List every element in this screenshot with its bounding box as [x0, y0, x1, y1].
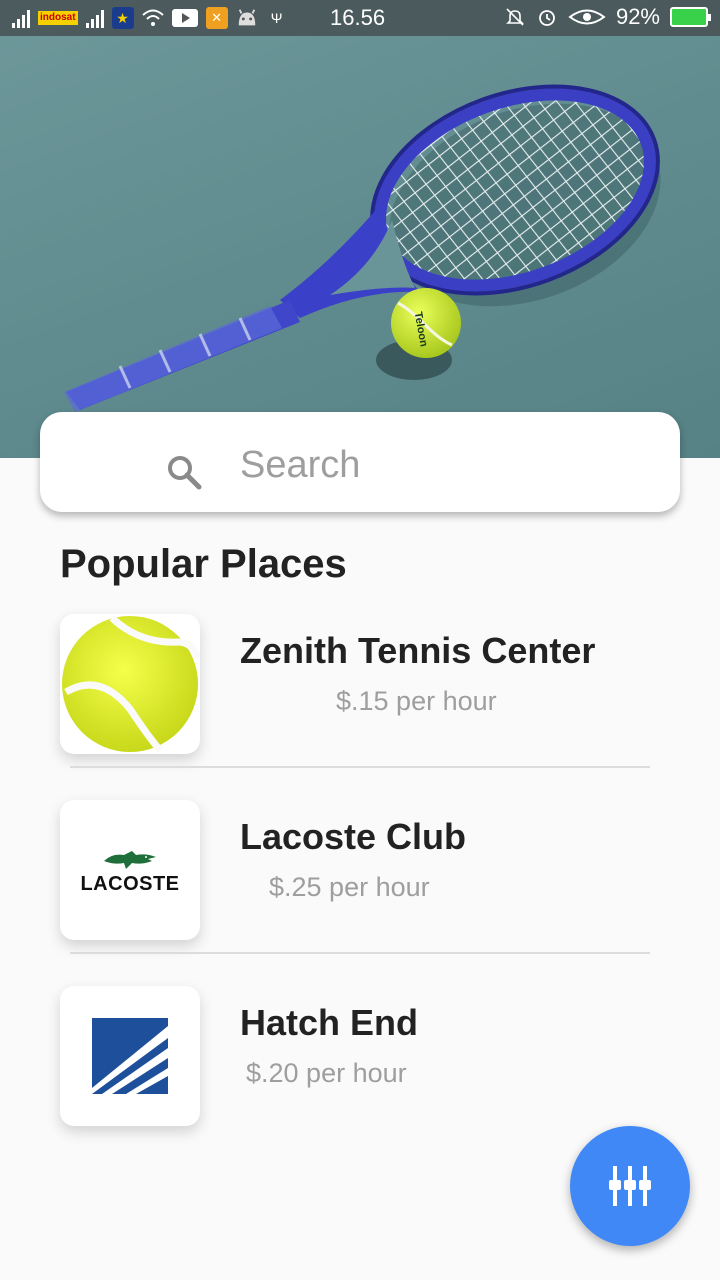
battery-percent: 92%: [615, 4, 660, 29]
place-item-hatch-end[interactable]: Hatch End $.20 per hour: [60, 986, 660, 1126]
tennis-racket-photo: Teloon: [0, 0, 720, 458]
place-price: $.20 per hour: [246, 1058, 407, 1088]
place-item-zenith[interactable]: Zenith Tennis Center $.15 per hour: [60, 614, 660, 754]
place-logo: [60, 614, 200, 754]
app-badge-icon: ✕: [205, 7, 228, 29]
mute-icon: [504, 6, 526, 28]
carrier-label: indosat: [38, 11, 78, 25]
status-bar: indosat ★ ✕ Ψ 16.56 92%: [0, 0, 720, 36]
signal-icon: [12, 8, 30, 28]
place-logo: [60, 986, 200, 1126]
search-input[interactable]: [240, 440, 660, 490]
filter-fab-button[interactable]: [570, 1126, 690, 1246]
divider: [70, 952, 650, 954]
place-name: Lacoste Club: [240, 816, 467, 857]
place-item-lacoste[interactable]: LACOSTE Lacoste Club $.25 per hour: [60, 800, 660, 940]
android-icon: [236, 7, 258, 29]
battery-icon: [670, 7, 711, 27]
eye-icon: [568, 6, 606, 28]
status-time: 16.56: [330, 5, 386, 30]
search-icon[interactable]: [164, 452, 204, 492]
signal-icon-2: [85, 8, 104, 28]
place-price: $.25 per hour: [269, 872, 430, 902]
place-price: $.15 per hour: [336, 686, 497, 716]
wifi-icon: [141, 7, 164, 29]
alarm-icon: [536, 6, 558, 28]
equalizer-filter-icon: [609, 1166, 651, 1206]
hatch-end-logo: [92, 1018, 168, 1094]
hero-image: Teloon: [0, 0, 720, 458]
place-logo: LACOSTE: [60, 800, 200, 940]
section-title: Popular Places: [60, 542, 347, 586]
lacoste-logo-text: LACOSTE: [80, 872, 180, 895]
youtube-icon: [171, 9, 198, 27]
place-name: Zenith Tennis Center: [240, 630, 596, 671]
place-name: Hatch End: [240, 1002, 419, 1043]
usb-icon: Ψ: [270, 10, 283, 26]
tennis-ball-icon: [62, 615, 200, 753]
app-icon: ★: [111, 7, 134, 29]
crocodile-icon: [104, 850, 156, 869]
search-bar[interactable]: [40, 412, 680, 512]
lacoste-logo: LACOSTE: [80, 845, 179, 896]
divider: [70, 766, 650, 768]
